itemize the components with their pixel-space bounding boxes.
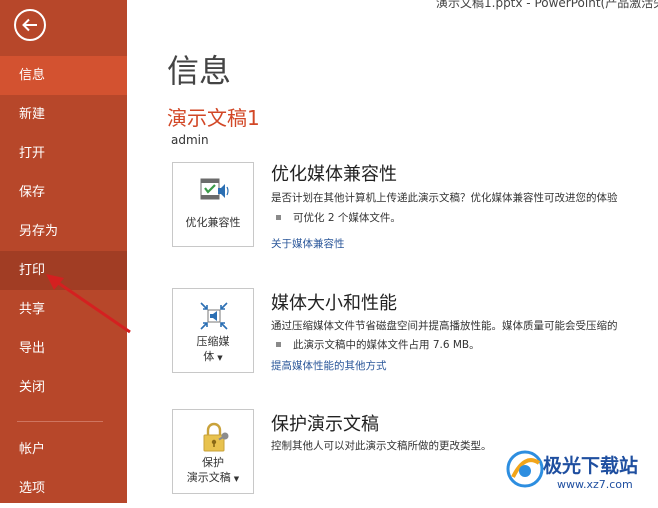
bullet-square-icon [276,341,281,347]
sidebar-item-open[interactable]: 打开 [0,134,127,173]
watermark-text: 极光下载站 [543,455,639,477]
back-arrow-icon [22,18,37,32]
section-desc-media-size: 通过压缩媒体文件节省磁盘空间并提高播放性能。媒体质量可能会受压缩的 [271,320,618,332]
lock-key-icon [203,422,229,452]
section-desc-compatibility: 是否计划在其他计算机上传递此演示文稿？优化媒体兼容性可改进您的体验 [271,192,618,204]
link-media-performance[interactable]: 提高媒体性能的其他方式 [271,358,387,373]
media-compatibility-icon [200,178,229,200]
compress-media-label-2: 体 ▼ [203,350,223,363]
bullet-compatibility: 可优化 2 个媒体文件。 [276,210,401,225]
backstage-sidebar: 信息 新建 打开 保存 另存为 打印 共享 导出 关闭 帐户 选项 [0,0,127,503]
sidebar-item-close[interactable]: 关闭 [0,368,127,407]
page-title: 信息 [167,52,232,90]
section-title-media-size: 媒体大小和性能 [271,293,397,314]
link-about-compatibility[interactable]: 关于媒体兼容性 [271,236,345,251]
watermark-url: www.xz7.com [557,478,633,491]
document-title: 演示文稿1 [167,106,260,130]
bullet-media-size: 此演示文稿中的媒体文件占用 7.6 MB。 [276,337,480,352]
protect-presentation-button[interactable]: 保护 演示文稿 ▼ [172,409,254,494]
bullet-text: 此演示文稿中的媒体文件占用 7.6 MB。 [293,339,480,351]
compress-media-label-1: 压缩媒 [196,335,230,348]
bullet-square-icon [276,214,281,220]
bullet-text: 可优化 2 个媒体文件。 [293,212,401,224]
author-name: admin [171,133,209,147]
sidebar-item-options[interactable]: 选项 [0,469,127,508]
protect-presentation-label-2: 演示文稿 ▼ [186,471,240,484]
red-arrow-annotation [46,274,131,334]
section-title-compatibility: 优化媒体兼容性 [271,164,397,185]
sidebar-item-account[interactable]: 帐户 [0,430,127,469]
optimize-compatibility-button[interactable]: 优化兼容性 [172,162,254,247]
back-button[interactable] [14,9,46,41]
sidebar-item-save-as[interactable]: 另存为 [0,212,127,251]
site-watermark: 极光下载站 www.xz7.com [505,449,655,497]
sidebar-item-save[interactable]: 保存 [0,173,127,212]
watermark-logo-icon [506,450,544,488]
dropdown-caret-icon: ▼ [233,475,240,483]
sidebar-item-info[interactable]: 信息 [0,56,127,95]
sidebar-item-new[interactable]: 新建 [0,95,127,134]
window-title: 演示文稿1.pptx - PowerPoint(产品激活失 [436,0,658,10]
compress-media-icon [200,302,228,330]
optimize-compatibility-label: 优化兼容性 [185,216,241,229]
sidebar-divider [17,421,103,422]
compress-media-button[interactable]: 压缩媒 体 ▼ [172,288,254,373]
protect-presentation-label-1: 保护 [202,456,224,469]
dropdown-caret-icon: ▼ [217,354,223,362]
section-title-protect: 保护演示文稿 [271,414,379,435]
